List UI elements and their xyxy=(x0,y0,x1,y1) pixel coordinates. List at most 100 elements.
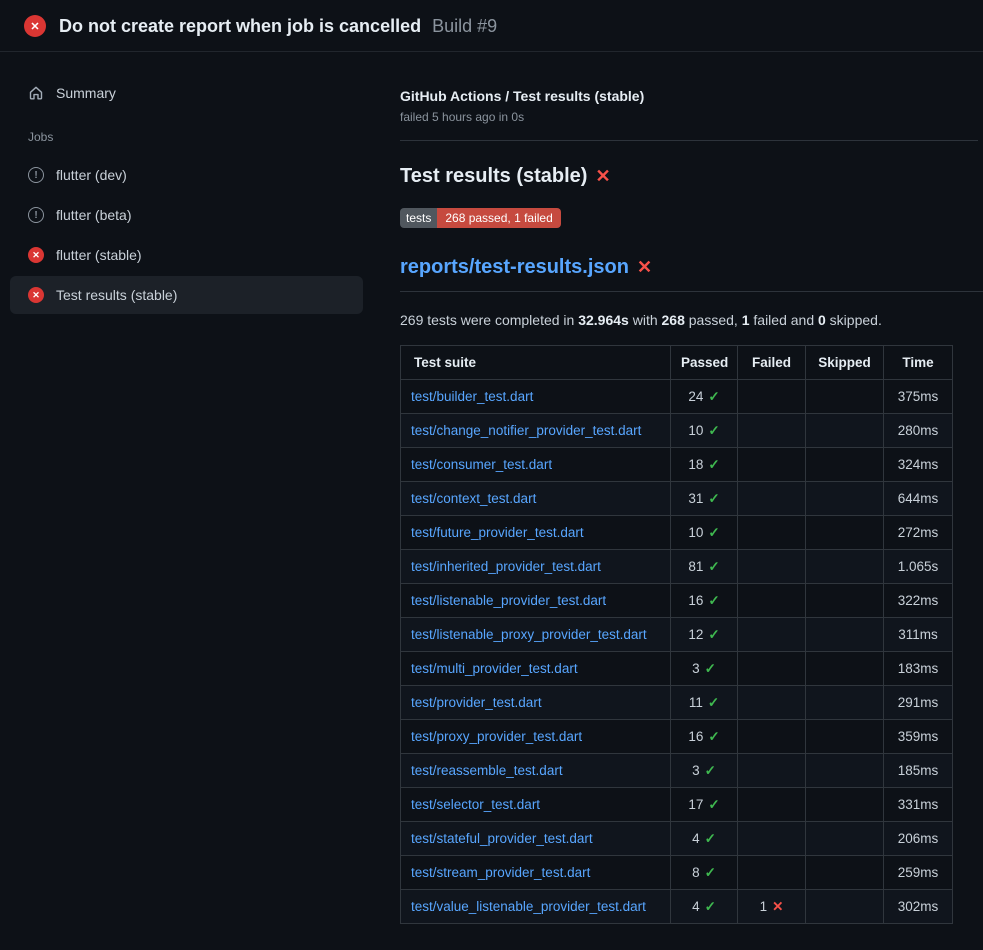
passed-count: 31 xyxy=(688,491,703,506)
suite-cell: test/change_notifier_provider_test.dart xyxy=(401,414,671,448)
failed-status-icon: ✕ xyxy=(24,15,46,37)
home-icon xyxy=(28,85,44,101)
check-icon: ✓ xyxy=(708,423,719,438)
passed-cell: 3✓ xyxy=(671,652,738,686)
x-icon: ✕ xyxy=(772,899,783,914)
suite-link[interactable]: test/stream_provider_test.dart xyxy=(411,865,590,880)
suite-cell: test/context_test.dart xyxy=(401,482,671,516)
suite-link[interactable]: test/proxy_provider_test.dart xyxy=(411,729,582,744)
suite-cell: test/proxy_provider_test.dart xyxy=(401,720,671,754)
suite-link[interactable]: test/provider_test.dart xyxy=(411,695,542,710)
table-row: test/stateful_provider_test.dart 4✓ 206m… xyxy=(401,822,953,856)
warning-glyph: ! xyxy=(34,170,37,181)
passed-cell: 4✓ xyxy=(671,822,738,856)
passed-cell: 10✓ xyxy=(671,516,738,550)
failed-cell xyxy=(738,856,806,890)
passed-count: 4 xyxy=(692,831,700,846)
suite-cell: test/value_listenable_provider_test.dart xyxy=(401,890,671,924)
section-title: Test results (stable) ✕ xyxy=(400,165,955,188)
check-icon: ✓ xyxy=(705,763,716,778)
failed-cell xyxy=(738,482,806,516)
sidebar-item-summary[interactable]: Summary xyxy=(10,74,363,112)
summary-part: passed, xyxy=(685,312,742,328)
suite-link[interactable]: test/context_test.dart xyxy=(411,491,536,506)
failed-cell xyxy=(738,550,806,584)
suite-link[interactable]: test/change_notifier_provider_test.dart xyxy=(411,423,641,438)
main-content: GitHub Actions / Test results (stable) f… xyxy=(375,52,983,924)
sidebar-item-label: Test results (stable) xyxy=(56,287,177,303)
check-icon: ✓ xyxy=(708,593,719,608)
suite-link[interactable]: test/consumer_test.dart xyxy=(411,457,552,472)
table-row: test/inherited_provider_test.dart 81✓ 1.… xyxy=(401,550,953,584)
passed-count: 18 xyxy=(688,457,703,472)
failed-cell xyxy=(738,448,806,482)
suite-link[interactable]: test/inherited_provider_test.dart xyxy=(411,559,601,574)
divider xyxy=(400,140,978,141)
failed-cell xyxy=(738,584,806,618)
suite-link[interactable]: test/listenable_provider_test.dart xyxy=(411,593,606,608)
passed-count: 3 xyxy=(692,661,700,676)
check-icon: ✓ xyxy=(708,491,719,506)
x-glyph: ✕ xyxy=(32,290,40,301)
passed-cell: 24✓ xyxy=(671,380,738,414)
suite-link[interactable]: test/listenable_proxy_provider_test.dart xyxy=(411,627,647,642)
tests-badge: tests 268 passed, 1 failed xyxy=(400,208,561,228)
skipped-cell xyxy=(806,890,884,924)
skipped-cell xyxy=(806,618,884,652)
sidebar-item-flutter-stable[interactable]: ✕ flutter (stable) xyxy=(10,236,363,274)
suite-cell: test/listenable_provider_test.dart xyxy=(401,584,671,618)
table-row: test/proxy_provider_test.dart 16✓ 359ms xyxy=(401,720,953,754)
sidebar-item-flutter-dev[interactable]: ! flutter (dev) xyxy=(10,156,363,194)
suite-link[interactable]: test/stateful_provider_test.dart xyxy=(411,831,593,846)
badge-label: tests xyxy=(400,208,437,228)
table-row: test/multi_provider_test.dart 3✓ 183ms xyxy=(401,652,953,686)
time-cell: 185ms xyxy=(884,754,953,788)
section-title-text: Test results (stable) xyxy=(400,165,587,187)
summary-passed-count: 268 xyxy=(662,312,685,328)
time-cell: 375ms xyxy=(884,380,953,414)
failed-cell xyxy=(738,822,806,856)
warning-icon: ! xyxy=(28,167,44,183)
results-table-body: test/builder_test.dart 24✓ 375ms test/ch… xyxy=(401,380,953,924)
passed-cell: 3✓ xyxy=(671,754,738,788)
suite-cell: test/future_provider_test.dart xyxy=(401,516,671,550)
failed-status-icon: ✕ xyxy=(28,287,44,303)
results-table: Test suite Passed Failed Skipped Time te… xyxy=(400,345,953,924)
summary-part: with xyxy=(629,312,662,328)
table-header-row: Test suite Passed Failed Skipped Time xyxy=(401,346,953,380)
build-title: Do not create report when job is cancell… xyxy=(59,16,421,37)
passed-cell: 16 ✓ xyxy=(671,584,738,618)
build-number: Build #9 xyxy=(432,16,497,37)
passed-count: 4 xyxy=(692,899,700,914)
suite-link[interactable]: test/future_provider_test.dart xyxy=(411,525,584,540)
summary-text: 269 tests were completed in 32.964s with… xyxy=(400,312,955,328)
passed-count: 16 xyxy=(688,593,703,608)
table-row: test/consumer_test.dart 18✓ 324ms xyxy=(401,448,953,482)
suite-link[interactable]: test/builder_test.dart xyxy=(411,389,533,404)
warning-icon: ! xyxy=(28,207,44,223)
skipped-cell xyxy=(806,652,884,686)
suite-link[interactable]: test/value_listenable_provider_test.dart xyxy=(411,899,646,914)
suite-link[interactable]: test/selector_test.dart xyxy=(411,797,540,812)
check-icon: ✓ xyxy=(705,899,716,914)
passed-count: 17 xyxy=(688,797,703,812)
sidebar-item-label: flutter (stable) xyxy=(56,247,142,263)
skipped-cell xyxy=(806,414,884,448)
check-icon: ✓ xyxy=(708,797,719,812)
sidebar-item-flutter-beta[interactable]: ! flutter (beta) xyxy=(10,196,363,234)
passed-cell: 11✓ xyxy=(671,686,738,720)
breadcrumb: GitHub Actions / Test results (stable) xyxy=(400,88,955,104)
failed-status-icon: ✕ xyxy=(28,247,44,263)
sidebar-item-test-results-stable[interactable]: ✕ Test results (stable) xyxy=(10,276,363,314)
suite-link[interactable]: test/multi_provider_test.dart xyxy=(411,661,578,676)
summary-part: skipped. xyxy=(826,312,882,328)
report-link[interactable]: reports/test-results.json xyxy=(400,256,629,278)
failed-cell xyxy=(738,754,806,788)
warning-glyph: ! xyxy=(34,210,37,221)
failed-x-icon: ✕ xyxy=(595,166,610,186)
passed-cell: 81✓ xyxy=(671,550,738,584)
col-header-test-suite: Test suite xyxy=(401,346,671,380)
sidebar-item-label: Summary xyxy=(56,85,116,101)
suite-link[interactable]: test/reassemble_test.dart xyxy=(411,763,563,778)
summary-duration: 32.964s xyxy=(578,312,629,328)
